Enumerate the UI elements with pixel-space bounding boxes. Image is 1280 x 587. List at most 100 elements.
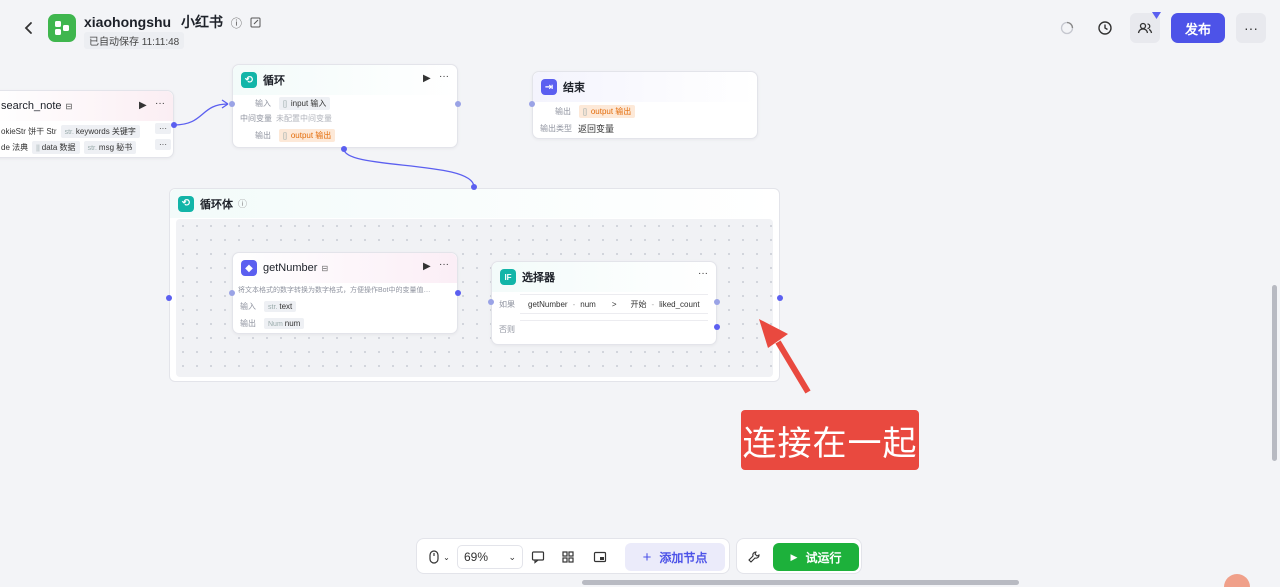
param: de 法典	[1, 143, 29, 152]
else-branch[interactable]	[520, 320, 708, 338]
canvas-toolbar: ⌄ 69% ⌄ + 添加节点	[416, 538, 730, 574]
group-title: 循环体	[200, 198, 233, 211]
add-node-button[interactable]: + 添加节点	[625, 543, 725, 571]
zoom-select[interactable]: 69% ⌄	[457, 545, 523, 569]
comment-icon	[531, 551, 545, 564]
zoom-value: 69%	[464, 550, 489, 564]
run-toolbar: ▶ 试运行	[736, 538, 862, 574]
node-header: IF 选择器	[492, 262, 716, 292]
input-label: 输入	[255, 99, 271, 108]
node-inputs-row: okieStr 饼干 Str str. keywords 关键字	[1, 125, 140, 138]
annotation-callout: 连接在一起	[741, 410, 919, 470]
condition-target-var: liked_count	[659, 299, 700, 309]
node-more-button[interactable]: ···	[155, 98, 165, 109]
node-end[interactable]: ⇥ 结束 输出 [] output 输出 输出类型 返回变量	[532, 71, 758, 139]
input-port[interactable]	[229, 101, 235, 107]
output-value: Num num	[264, 318, 305, 329]
more-menu-button[interactable]: ···	[1236, 13, 1266, 43]
condition-target: 开始	[630, 299, 647, 309]
comment-button[interactable]	[527, 547, 549, 567]
minimap-button[interactable]	[589, 547, 611, 567]
input-label: 输入	[240, 302, 256, 311]
if-output-port[interactable]	[714, 299, 720, 305]
horizontal-scrollbar[interactable]	[582, 580, 1019, 585]
node-more-button[interactable]: ···	[698, 268, 708, 279]
output-port[interactable]	[171, 122, 177, 128]
edge-search-to-loop	[173, 103, 229, 126]
output-port[interactable]	[455, 101, 461, 107]
if-label: 如果	[499, 300, 515, 309]
add-node-label: 添加节点	[659, 550, 708, 565]
group-header: ⟲ 循环体 ⓘ	[170, 189, 779, 218]
loop-body-input-port[interactable]	[471, 184, 477, 190]
input-value: [] input 输入	[279, 97, 331, 110]
edit-icon[interactable]	[250, 17, 261, 28]
end-icon: ⇥	[541, 79, 557, 95]
output-row: 输出 [] output 输出	[555, 105, 636, 118]
collaborators-button[interactable]	[1130, 13, 1160, 43]
node-more-button[interactable]: ···	[439, 71, 449, 82]
test-run-button[interactable]: ▶ 试运行	[773, 543, 859, 571]
node-get-number[interactable]: ◆ getNumber ⊟ ▶ ··· 将文本格式的数字转换为数字格式，方便操作…	[232, 252, 458, 334]
test-run-label: 试运行	[805, 550, 842, 565]
chevron-down-icon: ⌄	[508, 551, 516, 562]
output-port[interactable]	[455, 290, 461, 296]
layout-button[interactable]	[557, 547, 579, 567]
node-title: 循环	[263, 75, 285, 87]
input-port[interactable]	[529, 101, 535, 107]
middle-var-value: 未配置中间变量	[276, 114, 332, 123]
back-button[interactable]	[20, 18, 38, 38]
loop-icon: ⟲	[241, 72, 257, 88]
spinner-icon	[1060, 21, 1074, 35]
param-tag: || data 数据	[32, 141, 80, 154]
assistant-avatar[interactable]	[1224, 574, 1250, 587]
info-icon[interactable]: ⓘ	[231, 18, 242, 30]
node-header: search_note ⊟	[0, 91, 173, 121]
top-bar: xiaohongshu 小红书 ⓘ 已自动保存 11:11:48 发布 ···	[0, 0, 1280, 56]
input-port[interactable]	[229, 290, 235, 296]
users-icon	[1137, 22, 1153, 34]
node-title: 选择器	[522, 272, 555, 284]
run-node-button[interactable]: ▶	[423, 73, 431, 84]
output-row: 输出 Num num	[240, 318, 305, 329]
vertical-scrollbar[interactable]	[1272, 285, 1277, 461]
history-button[interactable]	[1090, 13, 1120, 43]
pointer-mode-button[interactable]: ⌄	[425, 547, 453, 567]
loop-end-port[interactable]	[777, 295, 783, 301]
input-port[interactable]	[488, 299, 494, 305]
output-label: 输出	[255, 131, 271, 140]
if-icon: IF	[500, 269, 516, 285]
if-condition[interactable]: getNumber - num > 开始 - liked_count	[520, 294, 708, 314]
app-logo	[48, 14, 76, 42]
info-icon[interactable]: ⓘ	[238, 197, 247, 210]
param-tag: str. keywords 关键字	[60, 125, 140, 138]
node-loop[interactable]: ⟲ 循环 ▶ ··· 输入 [] input 输入 中间变量 未配置中间变量 输…	[232, 64, 458, 148]
loop-start-port[interactable]	[166, 295, 172, 301]
node-search-note[interactable]: search_note ⊟ ▶ ··· okieStr 饼干 Str str. k…	[0, 90, 174, 158]
run-node-button[interactable]: ▶	[139, 100, 147, 111]
loop-body-port[interactable]	[341, 146, 347, 152]
publish-button[interactable]: 发布	[1171, 13, 1225, 43]
chevron-left-icon	[24, 22, 32, 34]
input-row: 输入 [] input 输入	[255, 97, 331, 110]
run-node-button[interactable]: ▶	[423, 261, 431, 272]
node-more-button[interactable]: ···	[439, 259, 449, 270]
else-output-port[interactable]	[714, 324, 720, 330]
output-row: 输出 [] output 输出	[255, 129, 336, 142]
output-label: 输出	[240, 319, 256, 328]
app-logo-icon	[55, 21, 69, 35]
more-params-button[interactable]: ···	[155, 123, 171, 134]
minimap-icon	[593, 551, 607, 563]
node-selector[interactable]: IF 选择器 ··· 如果 getNumber - num > 开始 - lik…	[491, 261, 717, 345]
output-label: 输出	[555, 107, 571, 116]
debug-tools-button[interactable]	[743, 547, 765, 567]
node-outputs-row: de 法典 || data 数据 str. msg 秘书	[1, 141, 137, 154]
grid-icon	[562, 551, 574, 563]
mouse-icon	[429, 550, 439, 564]
condition-var: num	[580, 299, 596, 309]
condition-source: getNumber	[528, 299, 568, 309]
wrench-icon	[748, 551, 760, 563]
more-params-button[interactable]: ···	[155, 139, 171, 150]
output-type-row: 输出类型 返回变量	[540, 122, 614, 135]
loading-indicator	[1052, 13, 1082, 43]
